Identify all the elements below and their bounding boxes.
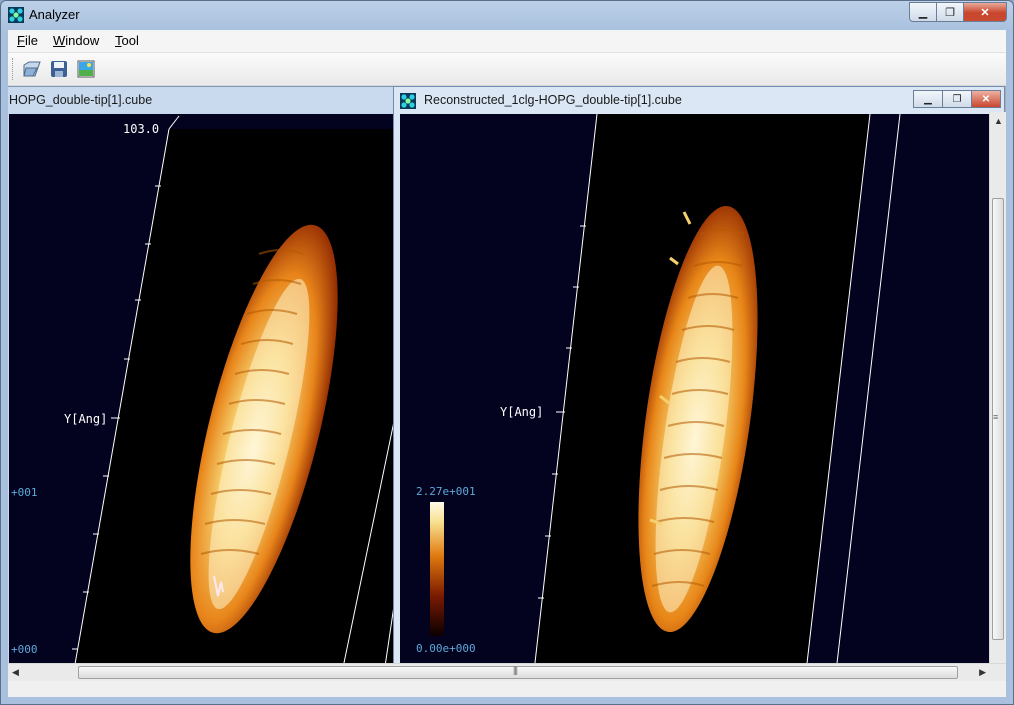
- maximize-button[interactable]: ❐: [936, 2, 964, 22]
- sub-window-logo-icon: [400, 93, 416, 109]
- sub-maximize-icon: ❐: [952, 93, 962, 105]
- left-y-axis-label: Y[Ang]: [64, 412, 107, 426]
- menu-window[interactable]: Window: [53, 33, 99, 48]
- menu-file[interactable]: File: [17, 33, 38, 48]
- close-button[interactable]: ✕: [963, 2, 1007, 22]
- left-plot-window[interactable]: HOPG_double-tip[1].cube 103.0 Y[Ang] +00…: [8, 86, 410, 688]
- left-axis-corner: [168, 115, 180, 130]
- menu-tool[interactable]: Tool: [115, 33, 139, 48]
- minimize-button[interactable]: ▁: [909, 2, 937, 22]
- colorbar-max-label: 2.27e+001: [416, 485, 476, 498]
- save-icon: [51, 61, 67, 77]
- app-logo-icon: [8, 7, 24, 23]
- right-plot-window[interactable]: Reconstructed_1clg-HOPG_double-tip[1].cu…: [393, 86, 1005, 697]
- menu-window-label: indow: [65, 33, 100, 48]
- toolbar-grip[interactable]: [12, 58, 16, 80]
- client-area: File Window Tool HOPG_double-tip[1].cube…: [8, 30, 1006, 697]
- sub-close-icon: ✕: [981, 93, 991, 105]
- right-plot-svg: 2.27e+001 0.00e+000 Y[Ang]: [416, 114, 901, 697]
- image-button[interactable]: [75, 58, 97, 80]
- menu-tool-label: ool: [121, 33, 139, 48]
- vertical-scrollbar[interactable]: ▲ ≡ ▼: [989, 112, 1006, 697]
- toolbar: [8, 53, 1006, 86]
- horizontal-thumb-grip-icon: |||: [513, 665, 518, 675]
- left-window-title: HOPG_double-tip[1].cube: [9, 93, 153, 107]
- vertical-thumb-grip-icon: ≡: [993, 412, 998, 422]
- left-axis-top-value: 103.0: [123, 122, 159, 136]
- colorbar: [430, 502, 444, 636]
- app-title: Analyzer: [29, 7, 80, 22]
- menu-file-label: ile: [24, 33, 38, 48]
- colorbar-min-label: 0.00e+000: [416, 642, 476, 655]
- sub-maximize-button[interactable]: ❐: [942, 90, 972, 108]
- window-controls: ▁ ❐ ✕: [909, 2, 1007, 22]
- right-y-axis-label: Y[Ang]: [500, 405, 543, 419]
- horizontal-scroll-thumb[interactable]: [78, 666, 958, 679]
- status-strip: [8, 681, 1006, 697]
- right-window-titlebar[interactable]: Reconstructed_1clg-HOPG_double-tip[1].cu…: [394, 87, 1004, 113]
- title-bar[interactable]: Analyzer ▁ ❐ ✕: [1, 1, 1013, 29]
- menu-bar: File Window Tool: [8, 30, 1006, 53]
- left-plot-viewport[interactable]: 103.0 Y[Ang] +001 +000: [9, 114, 409, 687]
- scroll-right-icon[interactable]: ▶: [979, 667, 986, 678]
- menu-file-accel: F: [17, 33, 25, 48]
- close-icon: ✕: [980, 6, 990, 19]
- save-button[interactable]: [48, 58, 70, 80]
- left-plot-svg: 103.0 Y[Ang] +001 +000: [11, 115, 409, 687]
- mdi-area: HOPG_double-tip[1].cube 103.0 Y[Ang] +00…: [8, 86, 1006, 697]
- open-file-button[interactable]: [21, 58, 43, 80]
- sub-minimize-button[interactable]: ▁: [913, 90, 943, 108]
- right-window-controls: ▁ ❐ ✕: [913, 90, 1001, 108]
- image-icon: [77, 60, 95, 78]
- app-window: Analyzer ▁ ❐ ✕ File Window Tool HOPG_dou…: [0, 0, 1014, 705]
- maximize-icon: ❐: [945, 6, 955, 19]
- right-plot-viewport[interactable]: 2.27e+001 0.00e+000 Y[Ang]: [400, 114, 998, 697]
- left-window-titlebar[interactable]: HOPG_double-tip[1].cube: [8, 87, 409, 113]
- scroll-up-icon[interactable]: ▲: [994, 116, 1003, 126]
- horizontal-scrollbar[interactable]: ◀ ||| ▶: [8, 663, 1006, 681]
- open-file-icon: [23, 61, 41, 77]
- right-window-title: Reconstructed_1clg-HOPG_double-tip[1].cu…: [424, 93, 682, 107]
- scroll-left-icon[interactable]: ◀: [12, 667, 19, 678]
- sub-close-button[interactable]: ✕: [971, 90, 1001, 108]
- left-tick-label-b: +000: [11, 643, 38, 656]
- minimize-icon: ▁: [918, 6, 928, 19]
- menu-window-accel: W: [53, 33, 66, 48]
- sub-minimize-icon: ▁: [924, 93, 932, 105]
- left-tick-label-a: +001: [11, 486, 38, 499]
